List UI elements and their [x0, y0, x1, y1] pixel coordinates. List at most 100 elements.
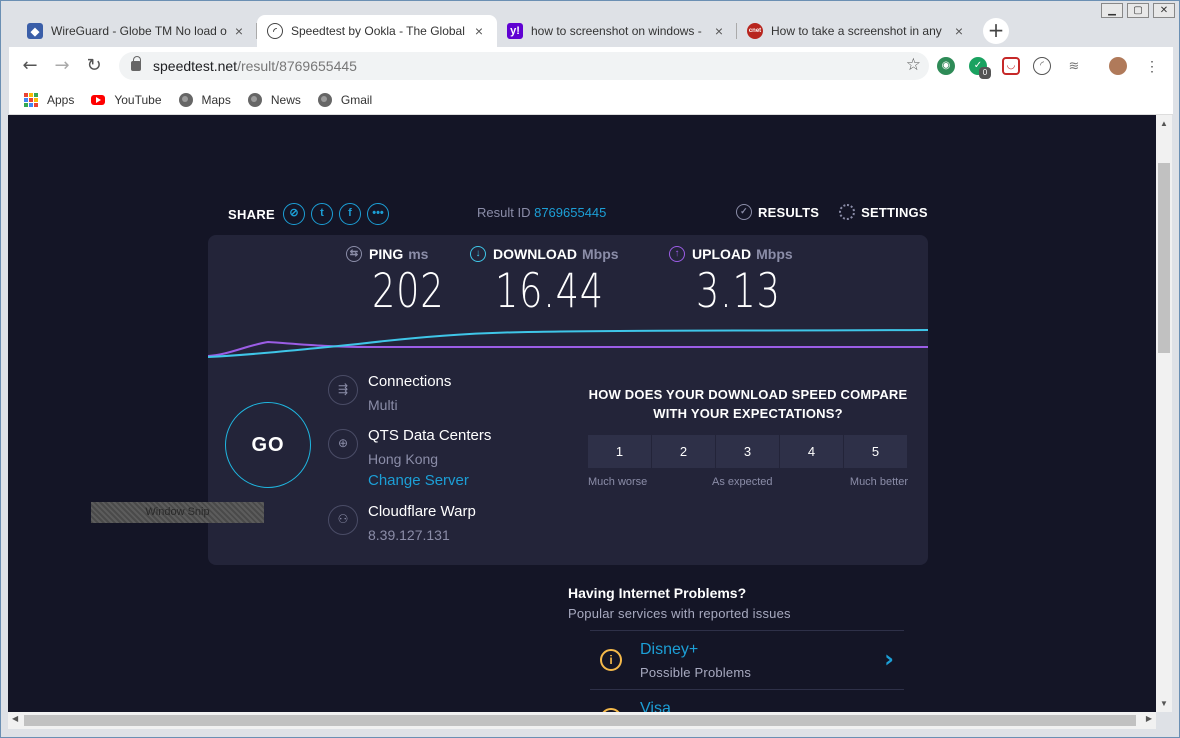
provider-ip: 8.39.127.131 — [368, 527, 450, 543]
bookmark-apps[interactable]: Apps — [23, 92, 74, 108]
go-button[interactable]: GO — [225, 402, 311, 488]
change-server-link[interactable]: Change Server — [368, 473, 491, 489]
vertical-scrollbar[interactable]: ▲ ▼ — [1156, 115, 1172, 712]
profile-avatar[interactable] — [1109, 57, 1127, 75]
rating-label-low: Much worse — [588, 476, 648, 488]
close-tab-icon[interactable]: × — [711, 23, 727, 39]
maximize-button[interactable]: ▢ — [1127, 3, 1149, 18]
tab-cnet[interactable]: cnet How to take a screenshot in any × — [737, 15, 977, 47]
download-metric: ↓ DOWNLOAD Mbps 16.44 — [470, 246, 635, 319]
scroll-left-icon[interactable]: ◀ — [12, 714, 18, 723]
service-item-visa[interactable]: i Visa › — [590, 689, 904, 712]
bookmark-label: News — [270, 92, 301, 107]
bookmark-news[interactable]: News — [247, 92, 301, 108]
scroll-thumb[interactable] — [1158, 163, 1170, 353]
upload-metric: ↑ UPLOAD Mbps 3.13 — [669, 246, 805, 319]
tab-strip: ◆ WireGuard - Globe TM No load o × ◜ Spe… — [17, 15, 977, 47]
twitter-icon[interactable]: t — [311, 203, 334, 225]
tab-speedtest[interactable]: ◜ Speedtest by Ookla - The Global × — [257, 15, 497, 47]
bookmark-label: Gmail — [340, 92, 373, 107]
download-label: DOWNLOAD — [493, 246, 577, 262]
scroll-thumb[interactable] — [24, 715, 1136, 726]
ping-label: PING — [369, 246, 404, 262]
bookmark-label: Apps — [47, 92, 75, 107]
minimize-button[interactable]: ▁ — [1101, 3, 1123, 18]
close-tab-icon[interactable]: × — [471, 23, 487, 39]
scroll-up-icon[interactable]: ▲ — [1156, 119, 1172, 128]
bookmark-star-icon[interactable]: ☆ — [906, 55, 921, 75]
server-location: Hong Kong — [368, 451, 439, 467]
upload-label: UPLOAD — [692, 246, 752, 262]
rating-scale: 1 2 3 4 5 — [588, 435, 907, 468]
cnet-icon: cnet — [747, 23, 763, 39]
connections-icon: ⇶ — [328, 375, 358, 405]
bookmark-maps[interactable]: Maps — [178, 92, 231, 108]
service-name: Visa — [640, 700, 671, 712]
scroll-right-icon[interactable]: ▶ — [1146, 714, 1152, 723]
top-right-nav: ✓ RESULTS SETTINGS — [736, 204, 928, 220]
upload-arrow-icon: ↑ — [669, 246, 685, 262]
settings-link[interactable]: SETTINGS — [861, 205, 928, 220]
gear-icon — [839, 204, 856, 220]
globe-icon — [178, 92, 194, 108]
check-circle-icon: ✓ — [736, 204, 752, 220]
extension-badge: 0 — [979, 67, 991, 79]
window-controls: ▁ ▢ ✕ — [1101, 3, 1175, 18]
service-name: Disney+ — [640, 641, 699, 658]
compare-question: HOW DOES YOUR DOWNLOAD SPEED COMPARE WIT… — [588, 387, 908, 421]
bookmark-label: YouTube — [114, 92, 162, 107]
rating-button-5[interactable]: 5 — [844, 435, 907, 468]
ping-icon: ⇆ — [346, 246, 362, 262]
url-path: /result/8769655445 — [237, 58, 357, 74]
server-info: ⊕ QTS Data Centers Hong Kong Change Serv… — [328, 427, 491, 489]
results-link[interactable]: RESULTS — [758, 205, 819, 220]
menu-kebab-icon[interactable]: ⋮ — [1143, 57, 1161, 75]
facebook-icon[interactable]: f — [339, 203, 362, 225]
reload-icon[interactable]: ↻ — [83, 55, 105, 77]
close-tab-icon[interactable]: × — [951, 23, 967, 39]
close-window-button[interactable]: ✕ — [1153, 3, 1175, 18]
info-warning-icon: i — [600, 649, 622, 671]
download-line — [208, 329, 928, 358]
rating-button-3[interactable]: 3 — [716, 435, 779, 468]
bookmark-label: Maps — [201, 92, 231, 107]
more-icon[interactable]: ••• — [367, 203, 390, 225]
extension-globe-icon[interactable]: ◉ — [937, 57, 955, 75]
link-icon[interactable]: ⊘ — [283, 203, 306, 225]
download-value: 16.44 — [495, 264, 604, 319]
tab-wireguard[interactable]: ◆ WireGuard - Globe TM No load o × — [17, 15, 257, 47]
rating-label-mid: As expected — [712, 476, 773, 488]
address-bar[interactable]: speedtest.net/result/8769655445 ☆ — [119, 52, 929, 80]
tab-yahoo[interactable]: y! how to screenshot on windows - × — [497, 15, 737, 47]
service-item-disney[interactable]: i Disney+ Possible Problems › — [590, 630, 904, 689]
connections-label: Connections — [368, 373, 452, 390]
scroll-down-icon[interactable]: ▼ — [1156, 699, 1172, 708]
new-tab-button[interactable]: + — [983, 18, 1009, 44]
result-id-link[interactable]: 8769655445 — [534, 205, 606, 220]
back-arrow-icon[interactable]: ← — [19, 55, 41, 77]
service-status: Possible Problems — [640, 665, 752, 680]
rating-label-high: Much better — [849, 476, 908, 488]
rating-button-2[interactable]: 2 — [652, 435, 715, 468]
globe-icon — [247, 92, 263, 108]
browser-toolbar: ← → ↻ speedtest.net/result/8769655445 ☆ … — [9, 47, 1173, 85]
horizontal-scrollbar[interactable]: ◀ ▶ — [8, 712, 1156, 729]
forward-arrow-icon[interactable]: → — [51, 55, 73, 77]
share-label: SHARE — [228, 206, 276, 222]
rating-button-4[interactable]: 4 — [780, 435, 843, 468]
upload-value: 3.13 — [696, 264, 781, 319]
extension-pocket-icon[interactable]: ◡ — [1002, 57, 1020, 75]
bookmark-youtube[interactable]: YouTube — [90, 92, 162, 108]
bookmark-gmail[interactable]: Gmail — [317, 92, 372, 108]
apps-grid-icon — [23, 92, 39, 108]
speed-graph — [208, 329, 928, 358]
ping-metric: ⇆ PING ms 202 — [346, 246, 465, 319]
connections-info: ⇶ Connections Multi — [328, 373, 451, 413]
close-tab-icon[interactable]: × — [231, 23, 247, 39]
problems-title: Having Internet Problems? — [568, 585, 747, 601]
rating-button-1[interactable]: 1 — [588, 435, 651, 468]
bookmarks-bar: Apps YouTube Maps News Gmail — [9, 85, 1173, 115]
download-arrow-icon: ↓ — [470, 246, 486, 262]
extension-speedtest-icon[interactable]: ◜ — [1033, 57, 1051, 75]
extension-wifi-icon[interactable]: ≋ — [1065, 57, 1083, 75]
